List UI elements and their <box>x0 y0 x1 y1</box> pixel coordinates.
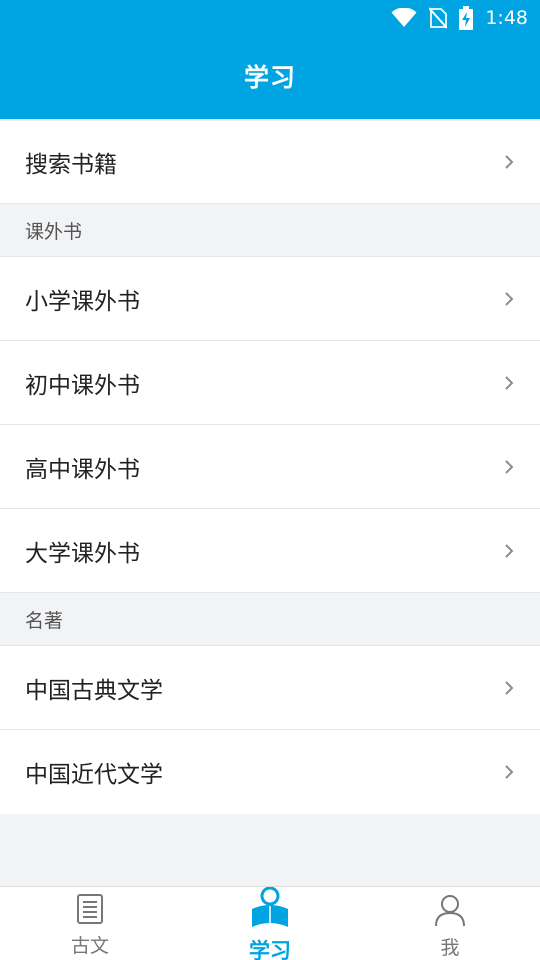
page-title: 学习 <box>243 63 296 92</box>
list-item-label: 大学课外书 <box>25 540 140 567</box>
content-list: 搜索书籍 课外书 小学课外书 初中课外书 高中课外书 大学课外书 名著 中国古典… <box>0 119 540 814</box>
chevron-right-icon <box>504 679 518 697</box>
list-item-university-books[interactable]: 大学课外书 <box>0 509 540 593</box>
no-sim-icon <box>429 7 448 29</box>
search-books-row[interactable]: 搜索书籍 <box>0 119 540 204</box>
list-item-primary-books[interactable]: 小学课外书 <box>0 257 540 341</box>
app-header: 1:48 学习 <box>0 0 540 119</box>
chevron-right-icon <box>504 458 518 476</box>
list-item-classical-literature[interactable]: 中国古典文学 <box>0 646 540 730</box>
tab-label: 学习 <box>249 939 291 960</box>
chevron-right-icon <box>504 374 518 392</box>
chevron-right-icon <box>504 153 518 171</box>
list-item-senior-high-books[interactable]: 高中课外书 <box>0 425 540 509</box>
chevron-right-icon <box>504 763 518 781</box>
status-time: 1:48 <box>485 7 528 29</box>
search-books-label: 搜索书籍 <box>25 152 117 178</box>
tab-label: 我 <box>440 937 460 959</box>
list-item-modern-literature[interactable]: 中国近代文学 <box>0 730 540 814</box>
tab-study[interactable]: 学习 <box>180 886 360 960</box>
list-item-label: 初中课外书 <box>25 372 140 399</box>
tab-me[interactable]: 我 <box>360 887 540 960</box>
tab-classical-chinese[interactable]: 古文 <box>0 887 180 960</box>
chevron-right-icon <box>504 542 518 560</box>
tab-label: 古文 <box>70 935 109 957</box>
document-icon <box>76 893 104 929</box>
person-icon <box>433 893 467 931</box>
chevron-right-icon <box>504 290 518 308</box>
reading-person-icon <box>250 886 290 935</box>
list-item-label: 中国古典文学 <box>25 677 163 704</box>
list-item-label: 高中课外书 <box>25 456 140 483</box>
section-header-classics: 名著 <box>0 593 540 646</box>
list-item-label: 中国近代文学 <box>25 762 163 788</box>
section-header-extracurricular: 课外书 <box>0 204 540 257</box>
bottom-tab-bar: 古文 学习 我 <box>0 886 540 960</box>
wifi-icon <box>391 8 417 28</box>
battery-charging-icon <box>459 6 474 30</box>
list-item-junior-high-books[interactable]: 初中课外书 <box>0 341 540 425</box>
list-item-label: 小学课外书 <box>25 288 140 315</box>
status-bar: 1:48 <box>0 0 540 36</box>
